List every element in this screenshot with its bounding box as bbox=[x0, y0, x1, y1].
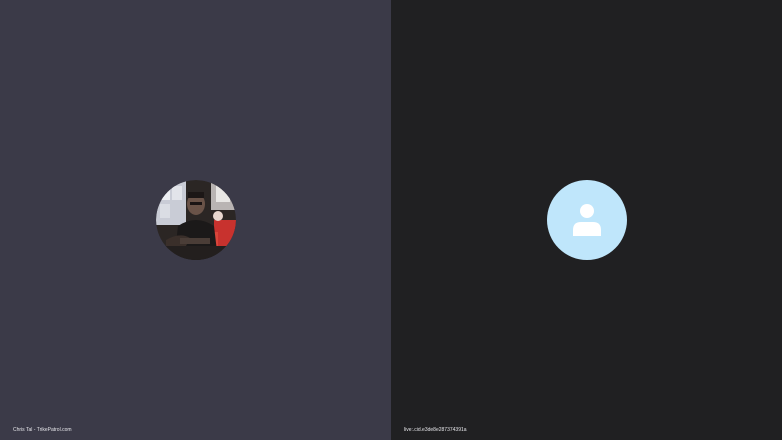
participant-tile-1[interactable]: Chris Tal - TrikePatrol.com bbox=[0, 0, 391, 440]
default-avatar bbox=[546, 180, 627, 260]
call-stage: Chris Tal - TrikePatrol.com live:.cid.e3… bbox=[0, 0, 782, 440]
user-photo-avatar bbox=[155, 180, 236, 260]
user-photo-image bbox=[155, 180, 236, 260]
user-silhouette-icon bbox=[572, 204, 601, 236]
participant-name-label: Chris Tal - TrikePatrol.com bbox=[13, 427, 72, 433]
participant-name-label: live:.cid.e3de8e287374391a bbox=[404, 427, 467, 433]
participant-tile-2[interactable]: live:.cid.e3de8e287374391a bbox=[391, 0, 782, 440]
